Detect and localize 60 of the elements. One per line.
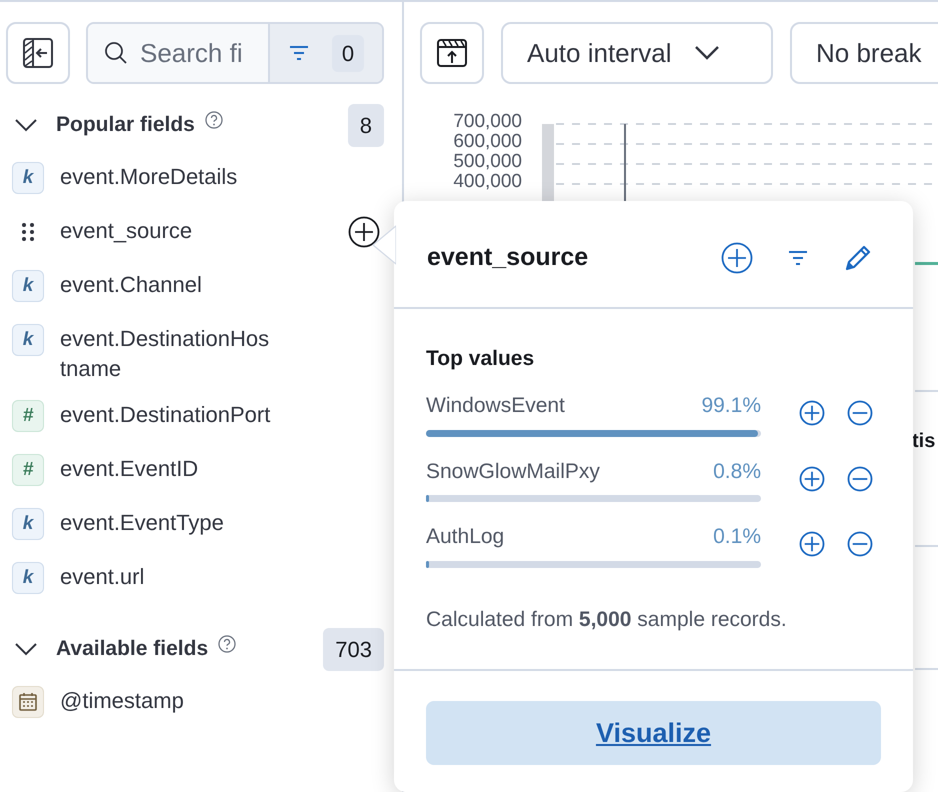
field-type-badge: k [12,508,44,540]
value-percent: 99.1% [701,393,761,419]
field-name[interactable]: event.EventType [60,508,275,538]
section-title: Popular fields [56,112,195,138]
field-name[interactable]: event.MoreDetails [60,162,275,192]
panel-title-fragment: tis [912,429,936,454]
sidebar-collapse-icon [23,38,53,68]
value-name: SnowGlowMailPxy [426,458,600,484]
filter-out-value-button[interactable] [847,531,873,558]
plus-icon [799,531,825,558]
sample-note: Calculated from 5,000 sample records. [426,606,788,632]
field-type-badge: # [12,400,44,432]
filter-for-value-button[interactable] [799,400,825,426]
add-field-button[interactable] [721,242,753,274]
section-title: Available fields [56,636,208,662]
field-name[interactable]: event.DestinationPort [60,400,275,430]
share-visualization-button[interactable] [420,22,484,84]
plus-icon [799,466,825,492]
filter-out-value-button[interactable] [847,400,873,426]
value-name: AuthLog [426,524,504,550]
axis-label: 700,000 [452,112,522,132]
field-name[interactable]: @timestamp [60,686,275,716]
interval-dropdown[interactable]: Auto interval [501,22,773,84]
axis-label: 400,000 [452,172,522,192]
value-percent: 0.1% [713,524,761,550]
field-name[interactable]: event_source [60,216,275,246]
field-type-badge: k [12,270,44,302]
filter-for-value-button[interactable] [799,466,825,492]
visualize-button[interactable]: Visualize [426,701,881,765]
caret-icon [694,45,720,61]
field-type-badge: # [12,454,44,486]
value-name: WindowsEvent [426,393,565,419]
field-name[interactable]: event.EventID [60,454,275,484]
field-type-badge: k [12,562,44,594]
plus-icon [799,400,825,426]
minus-icon [847,466,873,492]
add-field-button[interactable] [348,216,380,248]
value-percent: 0.8% [713,458,761,484]
filter-out-value-button[interactable] [847,466,873,492]
collapse-sidebar-button[interactable] [6,22,70,84]
field-name[interactable]: event.Channel [60,270,275,300]
minus-icon [847,531,873,558]
field-count: 703 [323,628,384,670]
popover-title: event_source [427,242,588,273]
clapperboard-upload-icon [436,37,468,69]
axis-label: 500,000 [452,152,522,172]
filter-for-value-button[interactable] [799,531,825,558]
section-title: Top values [426,346,536,372]
plus-icon [721,242,753,274]
field-type-badge: k [12,324,44,356]
axis-label: 600,000 [452,132,522,152]
field-name[interactable]: event.DestinationHostname [60,324,275,384]
field-count: 8 [348,104,384,146]
minus-icon [847,400,873,426]
field-type-badge: k [12,162,44,194]
breakdown-dropdown[interactable]: No break [790,22,938,84]
filter-icon [787,248,809,267]
field-name[interactable]: event.url [60,562,275,592]
help-icon [204,110,223,129]
help-icon [218,634,236,653]
